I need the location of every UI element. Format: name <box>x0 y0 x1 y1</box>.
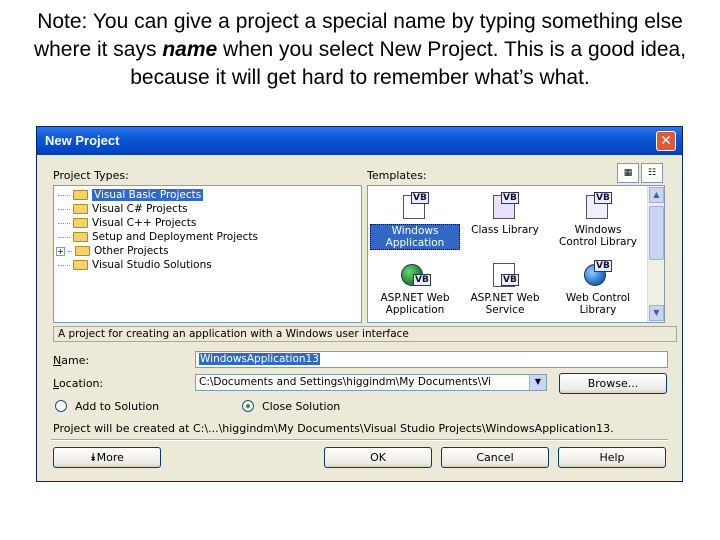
folder-icon <box>73 218 88 228</box>
tree-item-visual-csharp[interactable]: Visual C# Projects <box>58 202 188 216</box>
close-solution-label: Close Solution <box>262 400 341 413</box>
cancel-button[interactable]: Cancel <box>441 447 549 468</box>
template-control-library[interactable]: VB Windows Control Library <box>553 192 643 248</box>
project-location-note: Project will be created at C:\...\higgin… <box>53 422 614 435</box>
tree-item-other-projects[interactable]: + Other Projects <box>56 244 169 258</box>
tree-item-label: Visual C++ Projects <box>92 217 197 229</box>
folder-open-icon <box>73 190 88 200</box>
name-input[interactable]: WindowsApplication13 <box>195 351 668 368</box>
help-button[interactable]: Help <box>558 447 666 468</box>
control-library-icon: VB <box>582 192 614 222</box>
folder-icon <box>73 232 88 242</box>
double-chevron-down-icon: ⯯ <box>90 451 97 464</box>
large-icons-icon: ▦ <box>623 168 633 178</box>
scroll-up-button[interactable]: ▲ <box>649 187 664 203</box>
folder-icon <box>73 260 88 270</box>
template-web-control-library[interactable]: VB Web Control Library <box>553 260 643 316</box>
location-value: C:\Documents and Settings\higgindm\My Do… <box>199 376 492 388</box>
web-control-icon: VB <box>582 260 614 290</box>
folder-icon <box>73 204 88 214</box>
ok-button[interactable]: OK <box>324 447 432 468</box>
template-label: Web Control Library <box>565 292 631 316</box>
tree-item-vs-solutions[interactable]: Visual Studio Solutions <box>58 258 212 272</box>
slide-caption: Note: You can give a project a special n… <box>20 8 700 92</box>
folder-icon <box>75 246 90 256</box>
location-dropdown-button[interactable]: ▼ <box>529 375 546 390</box>
large-icons-view-button[interactable]: ▦ <box>617 163 639 183</box>
templates-list[interactable]: VB Windows Application VB Class Library V… <box>367 185 665 323</box>
template-label: ASP.NET Web Service <box>470 292 540 316</box>
template-label: Windows Application <box>370 224 460 250</box>
more-button-label: More <box>96 451 124 464</box>
name-label: Name: <box>53 354 90 367</box>
expand-plus-icon[interactable]: + <box>56 246 65 256</box>
tree-item-setup-deployment[interactable]: Setup and Deployment Projects <box>58 230 258 244</box>
tree-item-label: Visual Basic Projects <box>92 189 204 201</box>
list-icon: ☷ <box>647 168 657 178</box>
close-solution-radio[interactable] <box>242 400 254 412</box>
template-description: A project for creating an application wi… <box>53 326 677 342</box>
caption-emphasis: name <box>162 38 218 61</box>
web-service-icon: VB <box>489 260 521 290</box>
template-aspnet-web-service[interactable]: VB ASP.NET Web Service <box>460 260 550 316</box>
add-to-solution-label: Add to Solution <box>75 400 160 413</box>
templates-label: Templates: <box>367 169 427 182</box>
tree-item-label: Visual C# Projects <box>92 203 188 215</box>
scroll-thumb[interactable] <box>649 206 664 260</box>
template-label: Class Library <box>471 224 539 236</box>
scroll-down-button[interactable]: ▼ <box>649 305 664 321</box>
tree-item-label: Setup and Deployment Projects <box>92 231 258 243</box>
tree-item-visual-basic[interactable]: Visual Basic Projects <box>58 188 204 202</box>
browse-button[interactable]: Browse... <box>559 373 667 394</box>
dialog-title: New Project <box>45 133 120 148</box>
web-app-icon: VB <box>399 260 431 290</box>
close-icon: ✕ <box>660 133 672 149</box>
template-windows-application[interactable]: VB Windows Application <box>370 192 460 250</box>
small-icons-view-button[interactable]: ☷ <box>641 163 663 183</box>
project-types-tree[interactable]: Visual Basic Projects Visual C# Projects… <box>53 185 362 323</box>
tree-item-label: Visual Studio Solutions <box>92 259 212 271</box>
template-aspnet-web-app[interactable]: VB ASP.NET Web Application <box>370 260 460 316</box>
template-label: ASP.NET Web Application <box>380 292 450 316</box>
new-project-dialog: New Project ✕ Project Types: Templates: … <box>36 126 683 482</box>
windows-app-icon: VB <box>399 192 431 222</box>
location-label: Location: <box>53 377 104 390</box>
location-combo[interactable]: C:\Documents and Settings\higgindm\My Do… <box>195 374 547 391</box>
class-library-icon: VB <box>489 192 521 222</box>
close-button[interactable]: ✕ <box>656 131 676 151</box>
divider <box>51 439 668 441</box>
chevron-down-icon: ▼ <box>653 308 660 317</box>
project-types-label: Project Types: <box>53 169 129 182</box>
more-button[interactable]: ⯯More <box>53 447 161 468</box>
add-to-solution-radio[interactable] <box>55 400 67 412</box>
name-input-value: WindowsApplication13 <box>199 353 320 365</box>
chevron-down-icon: ▼ <box>534 377 542 386</box>
template-class-library[interactable]: VB Class Library <box>460 192 550 236</box>
template-label: Windows Control Library <box>558 224 637 248</box>
chevron-up-icon: ▲ <box>653 190 660 199</box>
title-bar[interactable]: New Project ✕ <box>37 127 682 155</box>
tree-item-label: Other Projects <box>94 245 169 257</box>
tree-item-visual-cpp[interactable]: Visual C++ Projects <box>58 216 196 230</box>
templates-scrollbar[interactable]: ▲ ▼ <box>647 186 664 322</box>
